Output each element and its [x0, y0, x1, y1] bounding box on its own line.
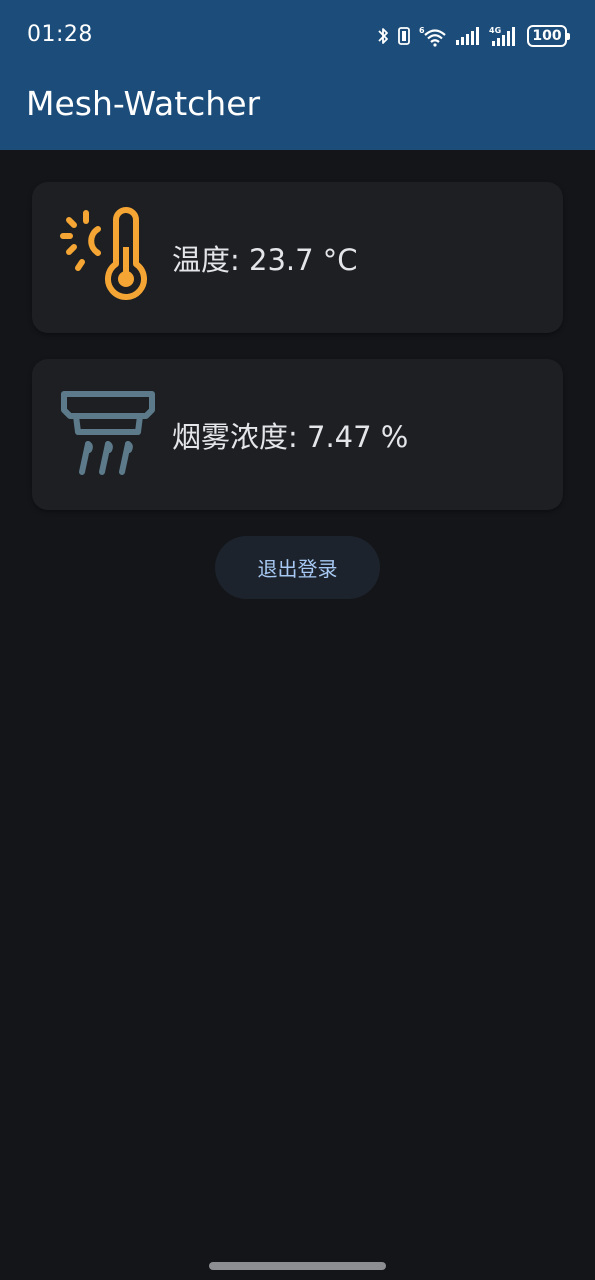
smoke-text: 烟雾浓度: 7.47 % — [172, 419, 409, 454]
temperature-card: 温度: 23.7 °C — [32, 182, 563, 333]
signal-icon — [456, 27, 479, 45]
smoke-card: 烟雾浓度: 7.47 % — [32, 359, 563, 510]
smoke-detector-icon — [61, 391, 155, 475]
vibrate-icon — [398, 27, 410, 45]
battery-icon: 100 — [527, 25, 570, 47]
status-time: 01:28 — [27, 22, 93, 47]
thermometer-sun-icon — [60, 207, 147, 300]
signal-4g-icon: 4G — [489, 26, 515, 46]
wifi-icon: 6 — [419, 26, 446, 47]
logout-button[interactable]: 退出登录 — [215, 536, 380, 599]
status-icons: 6 4G 100 — [377, 22, 570, 50]
bluetooth-icon — [378, 28, 388, 44]
wifi-label: 6 — [419, 26, 425, 35]
home-indicator[interactable] — [209, 1262, 386, 1270]
status-bar: 01:28 6 4G 100 — [0, 0, 595, 70]
app-bar: 01:28 6 4G 100 Mesh-Watcher — [0, 0, 595, 150]
app-title: Mesh-Watcher — [26, 84, 261, 123]
battery-level: 100 — [532, 28, 562, 44]
temperature-text: 温度: 23.7 °C — [172, 242, 358, 277]
network-label: 4G — [489, 26, 501, 35]
